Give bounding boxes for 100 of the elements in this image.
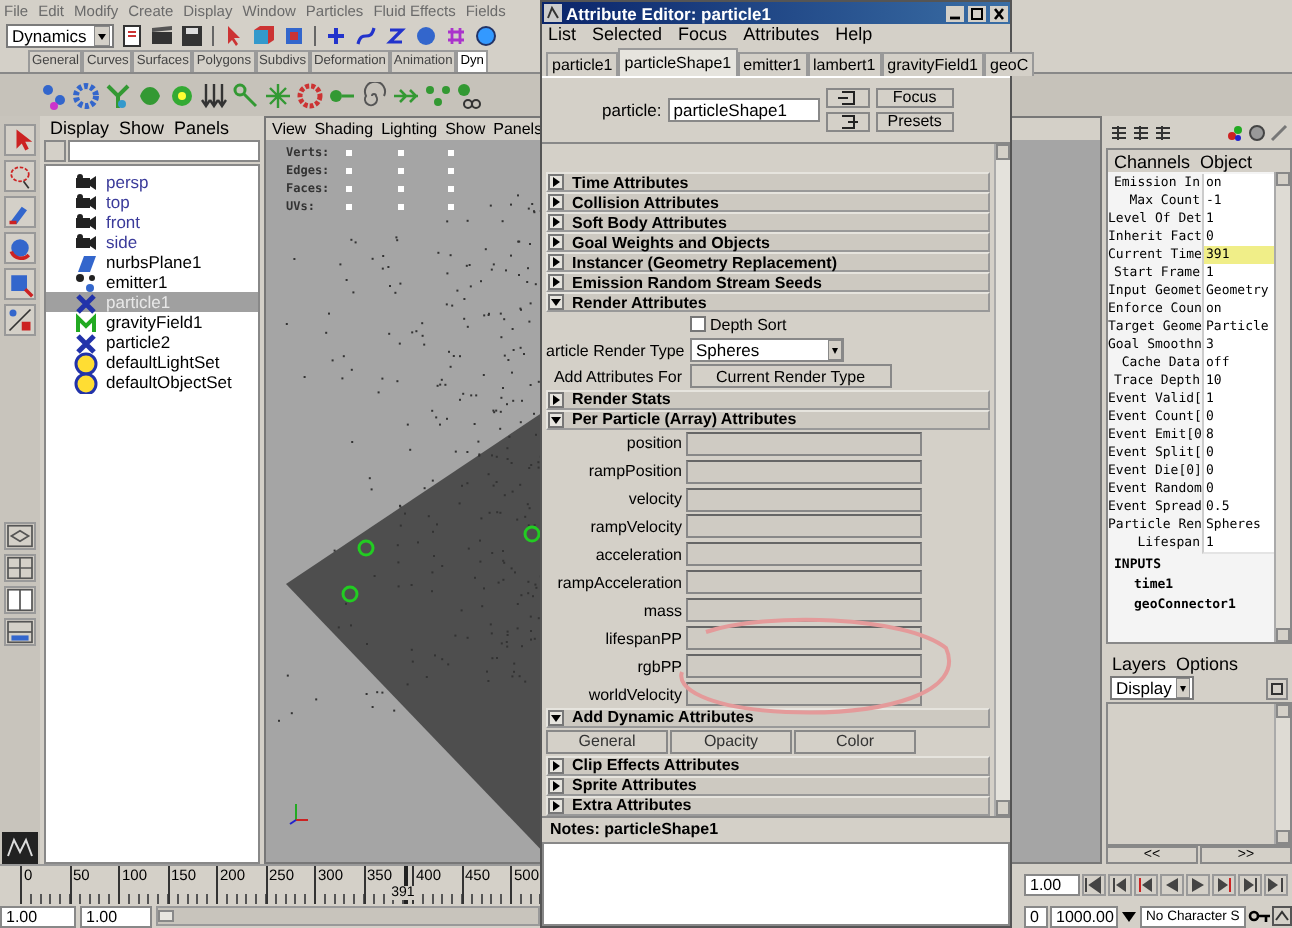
stacked-pane-icon[interactable] — [4, 618, 36, 646]
notes-field[interactable] — [542, 842, 1010, 926]
panel-menu-item[interactable]: Show — [445, 120, 486, 138]
attribute-field[interactable] — [686, 431, 922, 456]
outliner-item[interactable]: nurbsPlane1 — [46, 252, 258, 272]
outliner-item[interactable]: gravityField1 — [46, 312, 258, 332]
outliner-item[interactable]: emitter1 — [46, 272, 258, 292]
play-icon[interactable] — [1186, 873, 1210, 895]
spiral-icon[interactable] — [360, 81, 388, 109]
clapper-icon[interactable] — [150, 24, 174, 48]
curve-icon[interactable] — [354, 24, 378, 48]
attribute-field[interactable] — [686, 598, 922, 623]
node-name-field[interactable]: particleShape1 — [667, 98, 820, 122]
panel-menu-item[interactable]: Panels — [174, 117, 230, 137]
range-end-field[interactable]: 0 — [1024, 905, 1048, 927]
panel-menu-item[interactable]: Lighting — [381, 120, 438, 138]
step-key-icon[interactable] — [1238, 873, 1262, 895]
scrollbar[interactable] — [994, 144, 1010, 816]
panel-menu-item[interactable]: Layers — [1112, 653, 1167, 673]
panel-menu-item[interactable]: Show — [119, 117, 165, 137]
outliner-item[interactable]: front — [46, 212, 258, 232]
particle-cluster-icon[interactable] — [40, 81, 68, 109]
outliner-item[interactable]: persp — [46, 172, 258, 192]
panel-menu-item[interactable]: View — [272, 120, 307, 138]
step-back-key-icon[interactable] — [1108, 873, 1132, 895]
node-tab[interactable]: lambert1 — [807, 52, 882, 76]
single-pane-icon[interactable] — [4, 522, 36, 550]
node-tab[interactable]: particle1 — [546, 52, 619, 76]
menu-item[interactable]: List — [548, 24, 577, 44]
arrows-down-icon[interactable] — [200, 81, 228, 109]
section-header[interactable]: Clip Effects Attributes — [546, 755, 990, 776]
attribute-field[interactable] — [686, 514, 922, 539]
four-pane-icon[interactable] — [4, 554, 36, 582]
square-icon[interactable] — [282, 24, 306, 48]
leaf-icon[interactable] — [136, 81, 164, 109]
section-header[interactable]: Collision Attributes — [546, 192, 990, 212]
attribute-type-button[interactable]: General — [546, 729, 668, 754]
attribute-field[interactable] — [686, 459, 922, 484]
section-header[interactable]: Time Attributes — [546, 172, 990, 192]
swirl-icon[interactable] — [384, 24, 408, 48]
panel-menu-item[interactable]: Shading — [314, 120, 374, 138]
outliner-item[interactable]: defaultLightSet — [46, 352, 258, 372]
sphere-icon[interactable] — [414, 24, 438, 48]
color-dots-icon[interactable] — [1226, 123, 1244, 141]
plus-icon[interactable] — [324, 24, 348, 48]
key-icon[interactable] — [1248, 906, 1270, 926]
section-header[interactable]: Extra Attributes — [546, 795, 990, 816]
attribute-field[interactable] — [686, 654, 922, 679]
header-button[interactable]: Focus — [875, 88, 954, 108]
two-pane-icon[interactable] — [4, 586, 36, 614]
attribute-field[interactable] — [686, 682, 922, 707]
panel-menu-item[interactable]: Display — [50, 117, 110, 137]
section-header[interactable]: Sprite Attributes — [546, 775, 990, 796]
section-header[interactable]: Emission Random Stream Seeds — [546, 272, 990, 292]
node-tab[interactable]: geoC — [984, 52, 1035, 76]
play-back-icon[interactable] — [1160, 873, 1184, 895]
layout-toggle-icon[interactable] — [1110, 123, 1128, 141]
pen-icon[interactable] — [1270, 123, 1288, 141]
node-tab[interactable]: gravityField1 — [881, 52, 985, 76]
panel-menu-item[interactable]: Options — [1176, 653, 1239, 673]
layout-toggle-icon[interactable] — [1132, 123, 1150, 141]
layout-toggle-icon[interactable] — [1154, 123, 1172, 141]
menu-item[interactable]: Help — [835, 24, 873, 44]
brush-icon[interactable] — [4, 196, 36, 228]
rotate-icon[interactable] — [4, 232, 36, 264]
section-header[interactable]: Render Attributes — [546, 292, 990, 312]
section-header[interactable]: Per Particle (Array) Attributes — [546, 409, 990, 430]
page-icon[interactable] — [120, 24, 144, 48]
menu-item[interactable]: Focus — [678, 24, 728, 44]
funnel-icon[interactable] — [104, 81, 132, 109]
section-header[interactable]: Instancer (Geometry Replacement) — [546, 252, 990, 272]
skip-start-icon[interactable] — [1082, 873, 1106, 895]
filter-field[interactable] — [68, 140, 260, 162]
ring-icon[interactable] — [296, 81, 324, 109]
step-frame-icon[interactable] — [1212, 873, 1236, 895]
outliner-item[interactable]: top — [46, 192, 258, 212]
circle-icon[interactable] — [1248, 123, 1266, 141]
menu-item[interactable]: Selected — [592, 24, 663, 44]
scrollbar[interactable] — [1274, 172, 1290, 642]
cursor-icon[interactable] — [222, 24, 246, 48]
node-tab[interactable]: emitter1 — [737, 52, 808, 76]
panel-menu-item[interactable]: Panels — [493, 120, 543, 138]
preferences-icon[interactable] — [1272, 906, 1292, 926]
scrollbar[interactable] — [1274, 704, 1290, 844]
cube-icon[interactable] — [252, 24, 276, 48]
range-slider-handle[interactable] — [158, 910, 174, 922]
attribute-field[interactable] — [686, 542, 922, 567]
attribute-type-button[interactable]: Color — [794, 729, 916, 754]
render-type-dropdown[interactable]: Spheres — [690, 338, 844, 363]
step-back-frame-icon[interactable] — [1134, 873, 1158, 895]
section-header[interactable]: Add Dynamic Attributes — [546, 707, 990, 728]
panel-menu-item[interactable]: Object — [1200, 151, 1253, 171]
display-dropdown[interactable]: Display — [1110, 676, 1194, 700]
scale-icon[interactable] — [4, 268, 36, 300]
current-time-field[interactable]: 1.00 — [1024, 873, 1080, 895]
outliner-item[interactable]: side — [46, 232, 258, 252]
start-time-field[interactable]: 1.00 — [0, 905, 76, 927]
skip-end-icon[interactable] — [1264, 873, 1288, 895]
section-header[interactable]: Render Stats — [546, 389, 990, 410]
attribute-field[interactable] — [686, 626, 922, 651]
